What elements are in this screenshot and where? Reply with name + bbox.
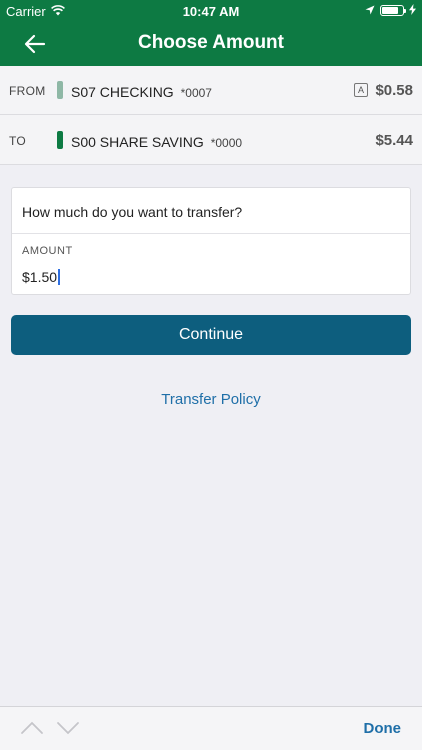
accounts-section: FROM S07 CHECKING *0007 A $0.58 TO S00 S… xyxy=(0,66,422,165)
chevron-up-icon xyxy=(21,721,43,734)
account-type-badge: A xyxy=(354,83,368,97)
to-account-name: S00 SHARE SAVING *0000 xyxy=(71,134,242,150)
keyboard-accessory-bar: Done xyxy=(0,706,422,750)
chevron-down-icon xyxy=(57,722,79,735)
continue-button[interactable]: Continue xyxy=(11,315,411,355)
status-time: 10:47 AM xyxy=(182,4,240,19)
transfer-question: How much do you want to transfer? xyxy=(22,204,243,220)
back-button[interactable] xyxy=(14,30,54,58)
to-account-number: *0000 xyxy=(210,136,243,150)
status-bar: Carrier 10:47 AM xyxy=(0,0,422,22)
to-account-row[interactable]: TO S00 SHARE SAVING *0000 $5.44 xyxy=(0,116,422,165)
from-account-color-swatch xyxy=(57,81,63,99)
from-account-title: S07 CHECKING xyxy=(71,84,174,100)
status-right xyxy=(365,3,416,18)
to-account-balance: $5.44 xyxy=(375,132,413,149)
battery-icon xyxy=(380,5,406,16)
previous-field-button[interactable] xyxy=(20,719,44,737)
amount-card: How much do you want to transfer? AMOUNT… xyxy=(11,187,411,295)
from-label: FROM xyxy=(9,84,46,98)
from-account-name: S07 CHECKING *0007 xyxy=(71,84,212,100)
to-label: TO xyxy=(9,134,27,148)
next-field-button[interactable] xyxy=(56,719,80,737)
from-account-number: *0007 xyxy=(180,86,212,100)
from-account-balance: $0.58 xyxy=(375,82,413,99)
amount-value: $1.50 xyxy=(22,269,58,285)
charging-icon xyxy=(409,3,416,18)
to-account-title: S00 SHARE SAVING xyxy=(71,134,204,150)
to-account-color-swatch xyxy=(57,131,63,149)
text-caret xyxy=(58,269,61,285)
from-account-row[interactable]: FROM S07 CHECKING *0007 A $0.58 xyxy=(0,66,422,115)
page-title: Choose Amount xyxy=(137,32,284,53)
done-button[interactable]: Done xyxy=(364,720,402,737)
card-divider xyxy=(12,233,410,234)
transfer-policy-link[interactable]: Transfer Policy xyxy=(0,391,422,408)
location-icon xyxy=(365,3,375,18)
nav-bar: Choose Amount xyxy=(0,22,422,66)
back-arrow-icon xyxy=(24,34,46,54)
amount-label: AMOUNT xyxy=(22,245,73,257)
amount-input[interactable]: $1.50 xyxy=(22,266,392,288)
